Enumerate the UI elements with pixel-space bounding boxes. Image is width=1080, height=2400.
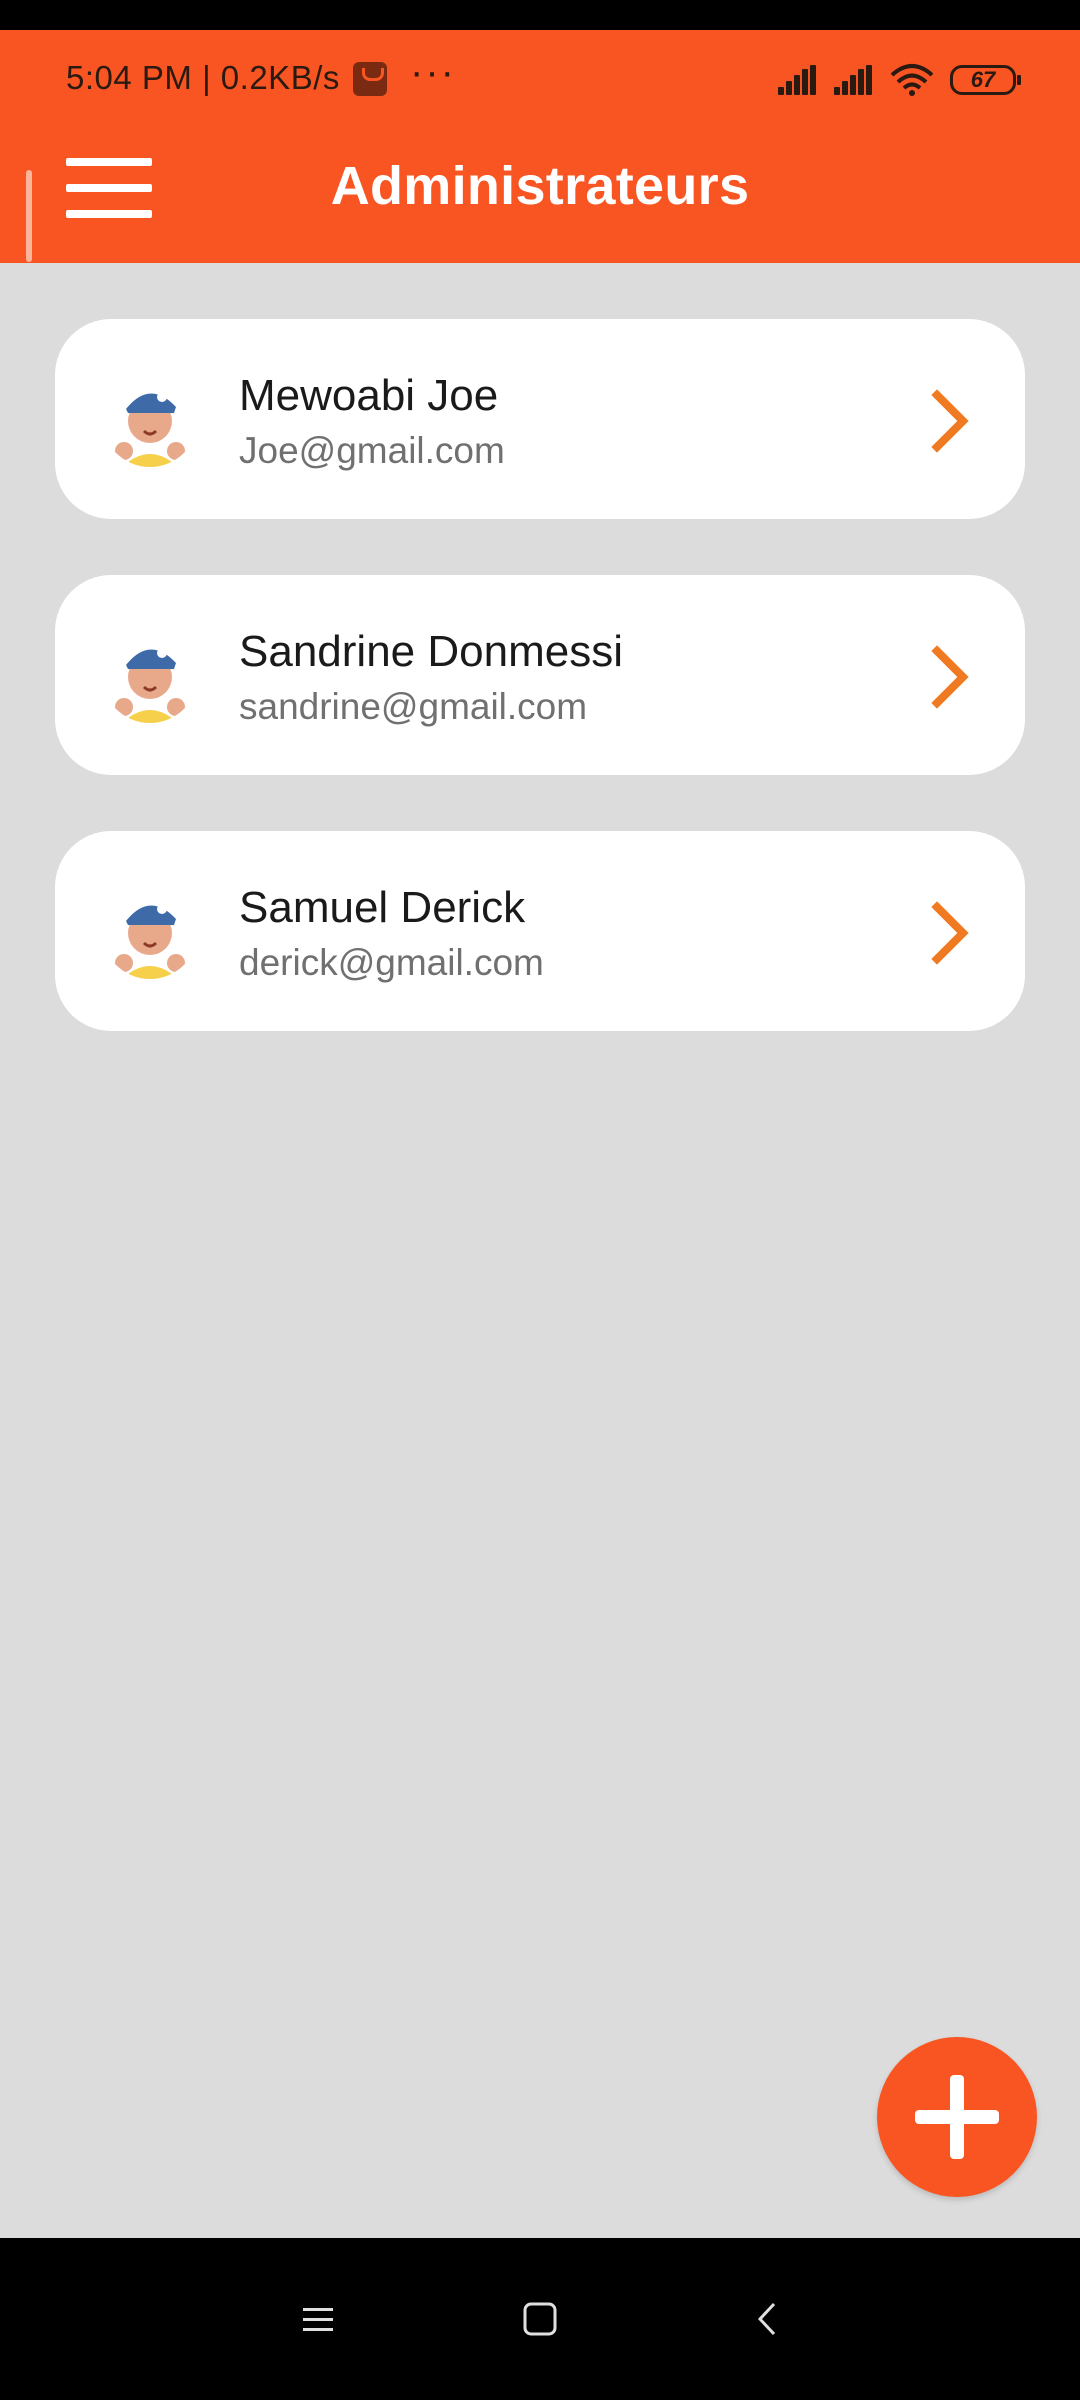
status-bar: 5:04 PM | 0.2KB/s ··· 67 — [0, 30, 1080, 130]
chevron-right-icon[interactable] — [925, 901, 975, 965]
admin-card[interactable]: Sandrine Donmessi sandrine@gmail.com — [55, 575, 1025, 775]
admin-name: Samuel Derick — [239, 883, 526, 932]
admin-list: Mewoabi Joe Joe@gmail.com Sandrine Donme… — [55, 319, 1025, 1087]
status-time: 5:04 PM | 0.2KB/s — [66, 59, 340, 96]
avatar — [102, 627, 198, 723]
page-title: Administrateurs — [330, 156, 750, 216]
home-icon[interactable] — [480, 2238, 600, 2400]
battery-level: 67 — [970, 67, 996, 92]
more-notifications-icon: ··· — [410, 50, 456, 94]
battery-icon: 67 — [950, 65, 1021, 95]
avatar — [102, 883, 198, 979]
chevron-right-icon[interactable] — [925, 389, 975, 453]
admin-name: Sandrine Donmessi — [239, 627, 623, 676]
admin-email: sandrine@gmail.com — [239, 686, 588, 727]
add-admin-button[interactable] — [877, 2037, 1037, 2197]
back-icon[interactable] — [708, 2238, 828, 2400]
admin-card[interactable]: Mewoabi Joe Joe@gmail.com — [55, 319, 1025, 519]
admin-card[interactable]: Samuel Derick derick@gmail.com — [55, 831, 1025, 1031]
recents-icon[interactable] — [257, 2238, 377, 2400]
signal-icon — [778, 65, 818, 95]
admin-email: Joe@gmail.com — [239, 430, 505, 471]
admin-email: derick@gmail.com — [239, 942, 544, 983]
camera-cutout-bar — [0, 0, 1080, 30]
signal-icon — [834, 65, 874, 95]
chevron-right-icon[interactable] — [925, 645, 975, 709]
admin-name: Mewoabi Joe — [239, 371, 499, 420]
avatar — [102, 371, 198, 467]
status-icons: 67 — [778, 60, 1021, 100]
system-nav-bar — [0, 2238, 1080, 2400]
mi-store-icon — [353, 62, 387, 96]
wifi-icon — [890, 64, 934, 96]
